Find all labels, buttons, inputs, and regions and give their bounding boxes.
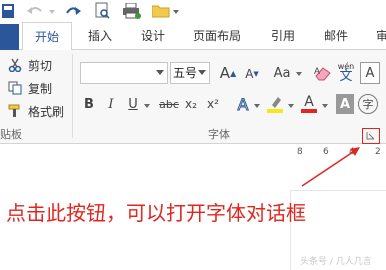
annotation-arrow <box>301 147 360 187</box>
annotation-text: 点击此按钮，可以打开字体对话框 <box>6 201 306 225</box>
watermark: 头条号 / 几人几言 <box>300 257 372 267</box>
